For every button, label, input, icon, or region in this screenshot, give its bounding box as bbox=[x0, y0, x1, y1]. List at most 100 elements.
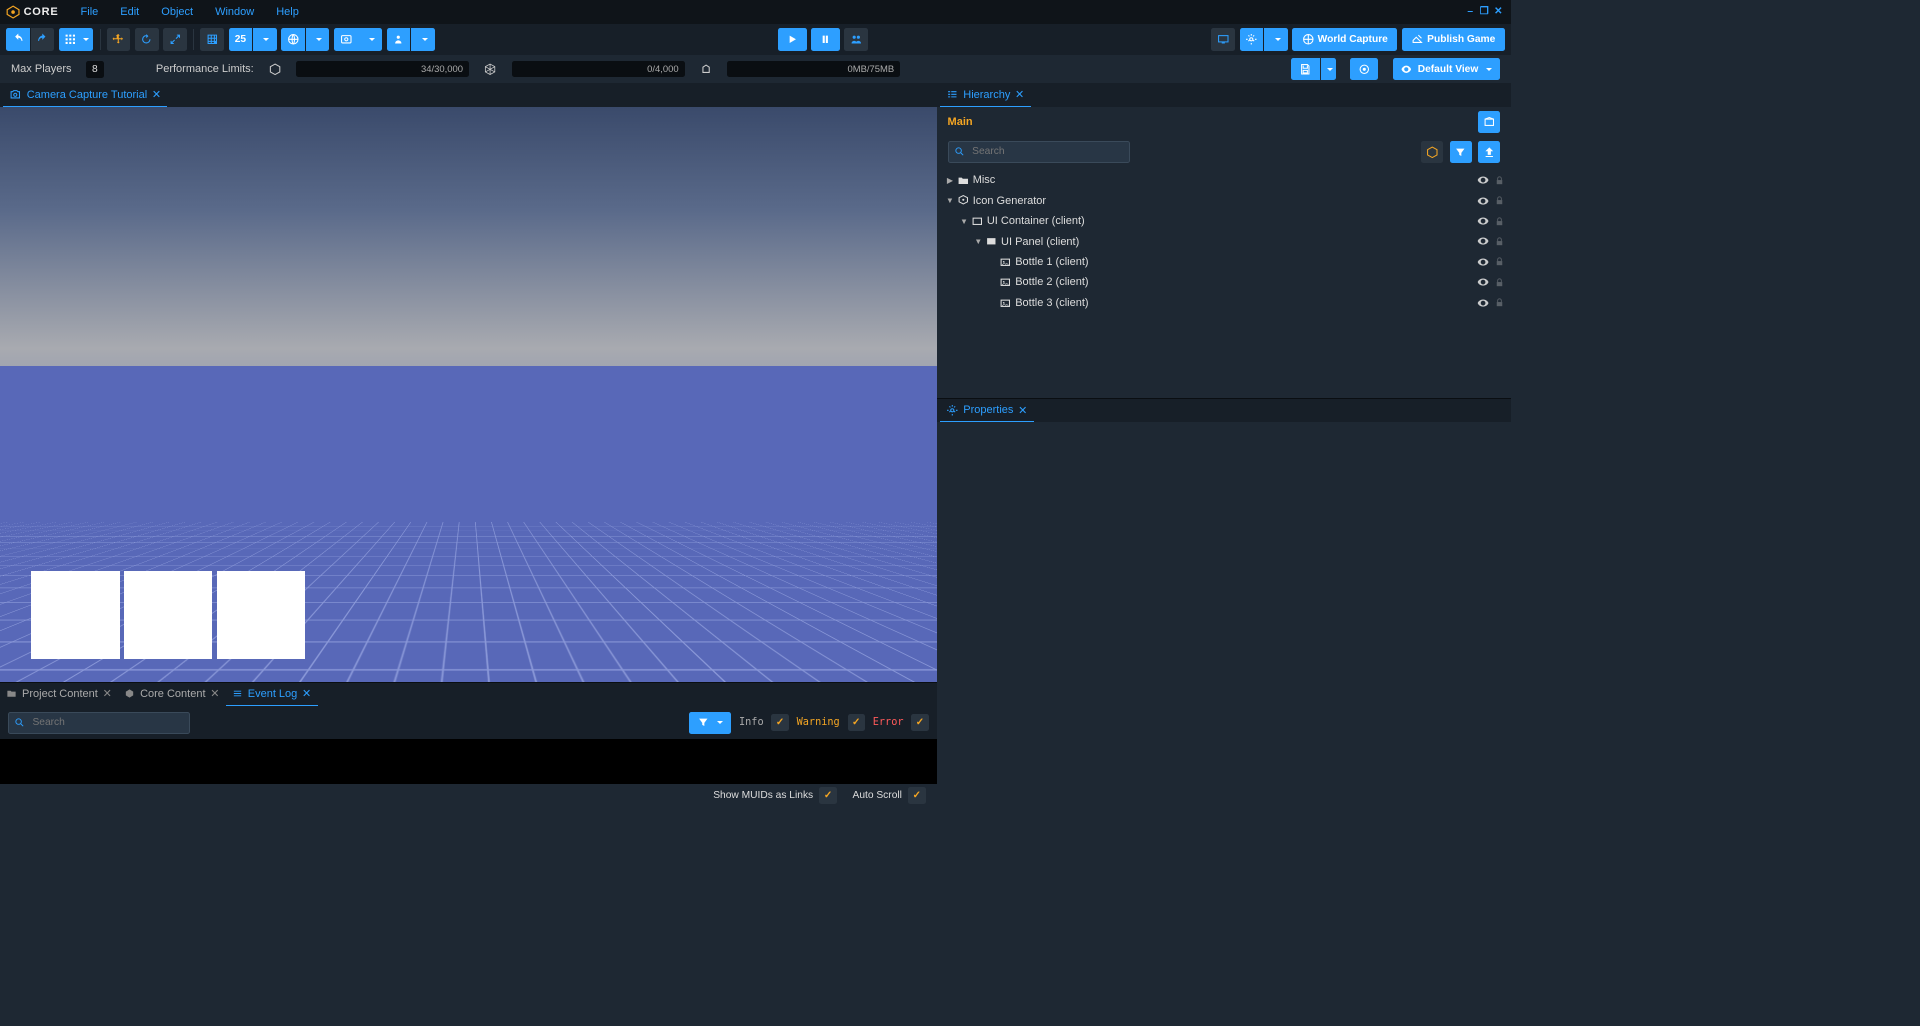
visibility-icon[interactable] bbox=[1476, 234, 1490, 248]
net-icon bbox=[957, 194, 970, 207]
lock-icon[interactable] bbox=[1494, 277, 1505, 288]
hierarchy-node[interactable]: Bottle 1 (client) bbox=[937, 252, 1512, 272]
save-dropdown[interactable] bbox=[1321, 58, 1336, 80]
warning-toggle[interactable] bbox=[848, 714, 865, 731]
world-space-dropdown[interactable] bbox=[306, 28, 330, 52]
image-icon bbox=[999, 297, 1012, 310]
window-minimize-button[interactable]: – bbox=[1464, 6, 1477, 19]
error-toggle[interactable] bbox=[911, 714, 928, 731]
multiplayer-test-button[interactable] bbox=[844, 28, 868, 52]
muids-label: Show MUIDs as Links bbox=[713, 790, 813, 801]
info-toggle[interactable] bbox=[771, 714, 788, 731]
lock-icon[interactable] bbox=[1494, 236, 1505, 247]
camera-mode-dropdown[interactable] bbox=[358, 28, 382, 52]
viewport-3d[interactable] bbox=[0, 107, 937, 682]
settings-dropdown[interactable] bbox=[1264, 28, 1288, 52]
visibility-icon[interactable] bbox=[1476, 275, 1490, 289]
menu-object[interactable]: Object bbox=[152, 3, 203, 21]
list-icon bbox=[232, 688, 243, 699]
log-filter-dropdown[interactable] bbox=[689, 712, 731, 734]
networked-count-meter: 0/4,000 bbox=[512, 61, 685, 77]
hierarchy-cube-filter-button[interactable] bbox=[1421, 141, 1443, 163]
window-close-button[interactable]: ✕ bbox=[1492, 6, 1505, 19]
snap-value-button[interactable]: 25 bbox=[229, 28, 253, 52]
hierarchy-filter-button[interactable] bbox=[1450, 141, 1472, 163]
publish-game-button[interactable]: Publish Game bbox=[1402, 28, 1505, 52]
lock-icon[interactable] bbox=[1494, 297, 1505, 308]
player-mode-dropdown[interactable] bbox=[411, 28, 435, 52]
visibility-icon[interactable] bbox=[1476, 173, 1490, 187]
close-tab-icon[interactable]: ✕ bbox=[210, 687, 219, 700]
hierarchy-node[interactable]: Icon Generator bbox=[937, 190, 1512, 210]
max-players-label: Max Players bbox=[11, 63, 72, 75]
close-tab-icon[interactable]: ✕ bbox=[1018, 404, 1027, 417]
ui-image-bottle-3 bbox=[217, 571, 305, 659]
scale-tool-button[interactable] bbox=[163, 28, 187, 52]
play-button[interactable] bbox=[778, 28, 806, 52]
net-cube-icon bbox=[483, 63, 497, 76]
visibility-icon[interactable] bbox=[1476, 255, 1490, 269]
menu-file[interactable]: File bbox=[71, 3, 108, 21]
settings-button[interactable] bbox=[1240, 28, 1264, 52]
screen-button[interactable] bbox=[1211, 28, 1235, 52]
hierarchy-node[interactable]: Misc bbox=[937, 170, 1512, 190]
hierarchy-node[interactable]: UI Panel (client) bbox=[937, 231, 1512, 251]
pause-button[interactable] bbox=[811, 28, 839, 52]
node-label: Icon Generator bbox=[973, 195, 1474, 207]
close-tab-icon[interactable]: ✕ bbox=[152, 88, 161, 101]
container-icon bbox=[971, 215, 984, 228]
muids-toggle[interactable] bbox=[819, 787, 836, 804]
menu-window[interactable]: Window bbox=[206, 3, 264, 21]
menu-help[interactable]: Help bbox=[267, 3, 309, 21]
close-tab-icon[interactable]: ✕ bbox=[1015, 88, 1024, 101]
grid-snap-dropdown[interactable] bbox=[59, 28, 93, 52]
close-tab-icon[interactable]: ✕ bbox=[302, 687, 311, 700]
event-log-search-input[interactable] bbox=[8, 712, 190, 734]
info-label: Info bbox=[739, 717, 764, 728]
hierarchy-upload-button[interactable] bbox=[1478, 141, 1500, 163]
hierarchy-node[interactable]: Bottle 3 (client) bbox=[937, 293, 1512, 313]
camera-mode-button[interactable] bbox=[334, 28, 358, 52]
redo-button[interactable] bbox=[31, 28, 55, 52]
hierarchy-tab[interactable]: Hierarchy✕ bbox=[940, 83, 1031, 107]
grid-toggle-button[interactable] bbox=[200, 28, 224, 52]
lock-icon[interactable] bbox=[1494, 195, 1505, 206]
viewport-tab[interactable]: Camera Capture Tutorial ✕ bbox=[3, 83, 167, 107]
app-logo: CORE bbox=[6, 5, 58, 19]
save-button[interactable] bbox=[1291, 58, 1319, 80]
event-log-tab[interactable]: Event Log✕ bbox=[226, 683, 318, 707]
world-space-button[interactable] bbox=[281, 28, 305, 52]
default-view-dropdown[interactable]: Default View bbox=[1393, 58, 1500, 80]
hierarchy-tree[interactable]: Misc Icon Generator UI Container (client)U… bbox=[937, 167, 1512, 398]
snap-value-dropdown[interactable] bbox=[253, 28, 277, 52]
core-content-tab[interactable]: Core Content✕ bbox=[118, 683, 226, 707]
image-icon bbox=[999, 276, 1012, 289]
world-capture-button[interactable]: World Capture bbox=[1292, 28, 1397, 52]
hierarchy-icon bbox=[946, 88, 959, 101]
visibility-icon[interactable] bbox=[1476, 296, 1490, 310]
window-restore-button[interactable]: ❐ bbox=[1478, 6, 1491, 19]
player-mode-button[interactable] bbox=[387, 28, 411, 52]
search-icon bbox=[954, 146, 965, 157]
rotate-tool-button[interactable] bbox=[135, 28, 159, 52]
properties-tab[interactable]: Properties✕ bbox=[940, 399, 1034, 422]
ui-image-bottle-1 bbox=[31, 571, 119, 659]
visibility-icon[interactable] bbox=[1476, 214, 1490, 228]
move-tool-button[interactable] bbox=[107, 28, 131, 52]
project-content-tab[interactable]: Project Content✕ bbox=[0, 683, 118, 707]
lock-icon[interactable] bbox=[1494, 216, 1505, 227]
scene-settings-button[interactable] bbox=[1478, 111, 1500, 133]
close-tab-icon[interactable]: ✕ bbox=[103, 687, 112, 700]
undo-button[interactable] bbox=[6, 28, 30, 52]
menu-edit[interactable]: Edit bbox=[111, 3, 149, 21]
hierarchy-search-input[interactable] bbox=[948, 141, 1130, 163]
hierarchy-node[interactable]: UI Container (client) bbox=[937, 211, 1512, 231]
memory-icon bbox=[699, 63, 713, 76]
ui-image-bottle-2 bbox=[124, 571, 212, 659]
hierarchy-node[interactable]: Bottle 2 (client) bbox=[937, 272, 1512, 292]
lock-icon[interactable] bbox=[1494, 256, 1505, 267]
lock-icon[interactable] bbox=[1494, 175, 1505, 186]
autoscroll-toggle[interactable] bbox=[908, 787, 925, 804]
visibility-icon[interactable] bbox=[1476, 194, 1490, 208]
target-button[interactable] bbox=[1350, 58, 1378, 80]
